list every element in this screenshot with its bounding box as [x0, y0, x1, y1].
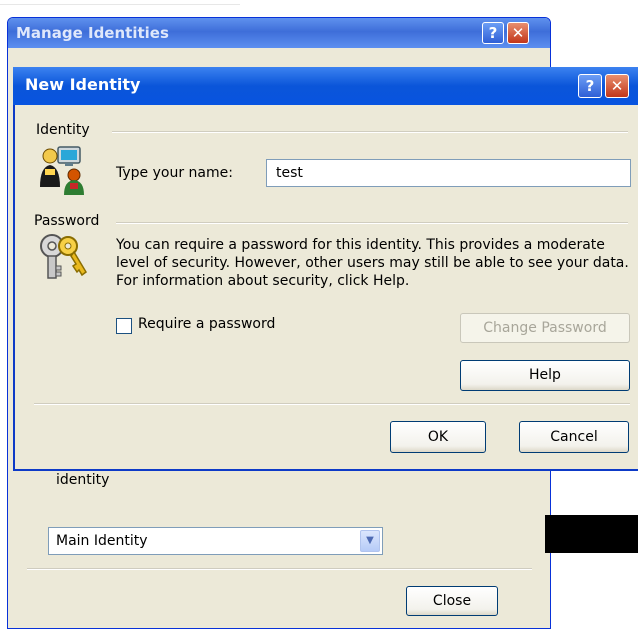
keys-icon — [40, 234, 87, 279]
require-password-label[interactable]: Require a password — [138, 316, 275, 332]
help-title-button[interactable]: ? — [578, 74, 602, 98]
users-icon — [40, 146, 84, 195]
default-identity-value: Main Identity — [56, 533, 148, 549]
password-group-label: Password — [34, 213, 100, 229]
name-input[interactable]: test — [266, 159, 631, 187]
ok-button[interactable]: OK — [390, 421, 486, 453]
help-button[interactable]: Help — [460, 360, 630, 391]
group-divider — [112, 131, 628, 133]
divider — [0, 4, 240, 5]
manage-identities-titlebar[interactable]: Manage Identities ? ✕ — [8, 18, 550, 48]
default-identity-select[interactable]: Main Identity ▼ — [48, 527, 383, 555]
separator — [34, 403, 630, 405]
window-title: Manage Identities — [16, 24, 169, 42]
dialog-title: New Identity — [25, 75, 141, 94]
identity-group-label: Identity — [36, 122, 90, 138]
cancel-button[interactable]: Cancel — [519, 421, 629, 453]
close-title-button[interactable]: ✕ — [605, 74, 629, 98]
group-divider — [116, 222, 628, 224]
require-password-checkbox[interactable] — [116, 318, 132, 334]
name-input-value: test — [276, 165, 303, 181]
close-button[interactable]: Close — [406, 586, 498, 616]
new-identity-titlebar[interactable]: New Identity ? ✕ — [13, 67, 638, 105]
close-title-button[interactable]: ✕ — [507, 22, 529, 44]
chevron-down-icon[interactable]: ▼ — [360, 530, 380, 552]
black-region — [545, 515, 638, 553]
name-label: Type your name: — [116, 165, 233, 181]
password-description: You can require a password for this iden… — [116, 237, 629, 289]
separator — [27, 568, 532, 570]
change-password-button[interactable]: Change Password — [460, 313, 630, 343]
help-title-button[interactable]: ? — [482, 22, 504, 44]
